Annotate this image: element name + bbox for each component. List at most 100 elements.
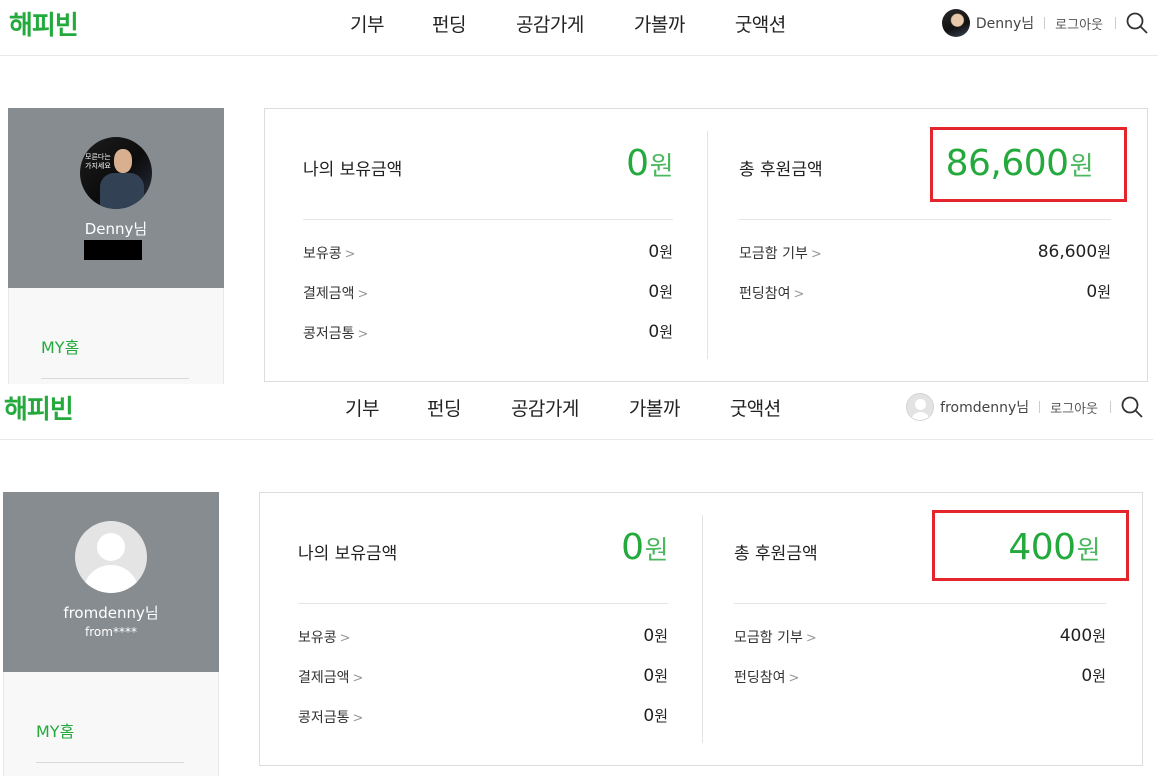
chevron-right-icon: > <box>357 327 369 342</box>
vertical-divider <box>707 131 708 359</box>
row-value: 86,600원 <box>1037 242 1111 262</box>
chevron-right-icon: > <box>793 287 805 302</box>
user-util: fromdenny님 로그아웃 <box>906 392 1153 422</box>
nav-visit[interactable]: 가볼까 <box>629 394 680 421</box>
divider <box>1044 17 1046 29</box>
balance-row-payment[interactable]: 결제금액 > 0원 <box>303 281 673 303</box>
chevron-right-icon: > <box>810 247 822 262</box>
nav-donate[interactable]: 기부 <box>345 394 379 421</box>
balance-section: 나의 보유금액 0원 보유콩 > 0원 결제금액 > 0원 콩저금통 > 0원 <box>298 493 669 765</box>
nav-funding[interactable]: 펀딩 <box>432 10 466 37</box>
chevron-right-icon: > <box>788 671 800 686</box>
row-label[interactable]: 모금함 기부 > <box>734 627 817 647</box>
profile-menu: MY홈 <box>8 288 224 384</box>
avatar[interactable] <box>906 393 935 421</box>
balance-value: 0원 <box>621 527 668 568</box>
nav-store[interactable]: 공감가게 <box>516 10 584 37</box>
chevron-right-icon: > <box>352 711 364 726</box>
divider <box>298 603 668 604</box>
row-label[interactable]: 보유콩 > <box>303 243 356 263</box>
profile-photo[interactable]: 모른다는 가지세요 <box>80 137 152 209</box>
screenshot-fromdenny: 해피빈 기부 펀딩 공감가게 가볼까 굿액션 fromdenny님 로그아웃 f… <box>0 384 1158 776</box>
user-name[interactable]: fromdenny님 <box>940 397 1029 417</box>
divider <box>734 603 1106 604</box>
highlight-box <box>932 510 1129 581</box>
row-value: 0원 <box>1081 666 1106 686</box>
balance-section: 나의 보유금액 0원 보유콩 > 0원 결제금액 > 0원 콩저금통 > 0원 <box>303 109 674 381</box>
nav-donate[interactable]: 기부 <box>350 10 384 37</box>
profile-photo[interactable] <box>75 521 147 593</box>
balance-amount: 0 <box>626 143 649 184</box>
donation-row-funding[interactable]: 펀딩참여 > 0원 <box>739 281 1111 303</box>
search-icon[interactable] <box>1126 12 1148 34</box>
row-label[interactable]: 콩저금통 > <box>298 707 363 727</box>
profile-card: 모른다는 가지세요 Denny님 MY홈 <box>8 108 224 384</box>
balance-row-beans[interactable]: 보유콩 > 0원 <box>298 625 668 647</box>
nav-visit[interactable]: 가볼까 <box>634 10 685 37</box>
row-value: 400원 <box>1059 626 1106 646</box>
donation-row-fundbox[interactable]: 모금함 기부 > 86,600원 <box>739 241 1111 263</box>
logo[interactable]: 해피빈 <box>9 5 79 42</box>
chevron-right-icon: > <box>357 287 369 302</box>
profile-card: fromdenny님 from**** MY홈 <box>3 492 219 776</box>
menu-divider <box>41 378 189 379</box>
avatar[interactable] <box>941 9 970 37</box>
divider <box>1110 401 1111 413</box>
balance-label: 나의 보유금액 <box>298 544 398 564</box>
row-label[interactable]: 모금함 기부 > <box>739 243 822 263</box>
logo[interactable]: 해피빈 <box>4 389 74 426</box>
profile-top: fromdenny님 from**** <box>3 492 219 672</box>
row-value: 0원 <box>643 706 668 726</box>
row-label[interactable]: 콩저금통 > <box>303 323 368 343</box>
donation-row-funding[interactable]: 펀딩참여 > 0원 <box>734 665 1106 687</box>
logout-link[interactable]: 로그아웃 <box>1050 398 1098 417</box>
donation-label: 총 후원금액 <box>739 160 823 180</box>
photo-caption: 모른다는 가지세요 <box>85 153 111 170</box>
nav-funding[interactable]: 펀딩 <box>427 394 461 421</box>
row-label[interactable]: 보유콩 > <box>298 627 351 647</box>
menu-divider <box>36 762 184 763</box>
divider <box>1039 401 1041 413</box>
row-value: 0원 <box>643 666 668 686</box>
nav-store[interactable]: 공감가게 <box>511 394 579 421</box>
my-home-link[interactable]: MY홈 <box>41 334 79 358</box>
row-value: 0원 <box>648 282 673 302</box>
balance-unit: 원 <box>644 536 669 566</box>
my-home-link[interactable]: MY홈 <box>36 718 74 742</box>
photo-face-shape <box>114 149 132 173</box>
row-label[interactable]: 결제금액 > <box>298 667 363 687</box>
donation-row-fundbox[interactable]: 모금함 기부 > 400원 <box>734 625 1106 647</box>
user-util: Denny님 로그아웃 <box>941 8 1158 38</box>
profile-name: Denny님 <box>84 220 148 238</box>
search-icon[interactable] <box>1121 396 1143 418</box>
logout-link[interactable]: 로그아웃 <box>1055 14 1103 33</box>
donation-label: 총 후원금액 <box>734 544 818 564</box>
row-value: 0원 <box>648 242 673 262</box>
nav-goodaction[interactable]: 굿액션 <box>735 10 786 37</box>
main-nav: 기부 펀딩 공감가게 가볼까 굿액션 <box>350 10 836 37</box>
row-label[interactable]: 결제금액 > <box>303 283 368 303</box>
photo-body-shape <box>100 173 144 209</box>
balance-row-piggybank[interactable]: 콩저금통 > 0원 <box>303 321 673 343</box>
profile-id-redacted <box>84 240 142 260</box>
divider <box>1115 17 1116 29</box>
profile-top: 모른다는 가지세요 Denny님 <box>8 108 224 288</box>
highlight-box <box>930 127 1127 202</box>
balance-row-piggybank[interactable]: 콩저금통 > 0원 <box>298 705 668 727</box>
nav-goodaction[interactable]: 굿액션 <box>730 394 781 421</box>
vertical-divider <box>702 515 703 743</box>
row-value: 0원 <box>643 626 668 646</box>
balance-value: 0원 <box>626 143 673 184</box>
chevron-right-icon: > <box>352 671 364 686</box>
balance-row-payment[interactable]: 결제금액 > 0원 <box>298 665 668 687</box>
chevron-right-icon: > <box>339 631 351 646</box>
user-name[interactable]: Denny님 <box>976 13 1034 33</box>
row-value: 0원 <box>648 322 673 342</box>
header: 해피빈 기부 펀딩 공감가게 가볼까 굿액션 Denny님 로그아웃 <box>0 0 1158 56</box>
balance-label: 나의 보유금액 <box>303 160 403 180</box>
balance-row-beans[interactable]: 보유콩 > 0원 <box>303 241 673 263</box>
row-label[interactable]: 펀딩참여 > <box>734 667 799 687</box>
row-label[interactable]: 펀딩참여 > <box>739 283 804 303</box>
profile-name: fromdenny님 <box>63 604 159 622</box>
main-nav: 기부 펀딩 공감가게 가볼까 굿액션 <box>345 394 831 421</box>
